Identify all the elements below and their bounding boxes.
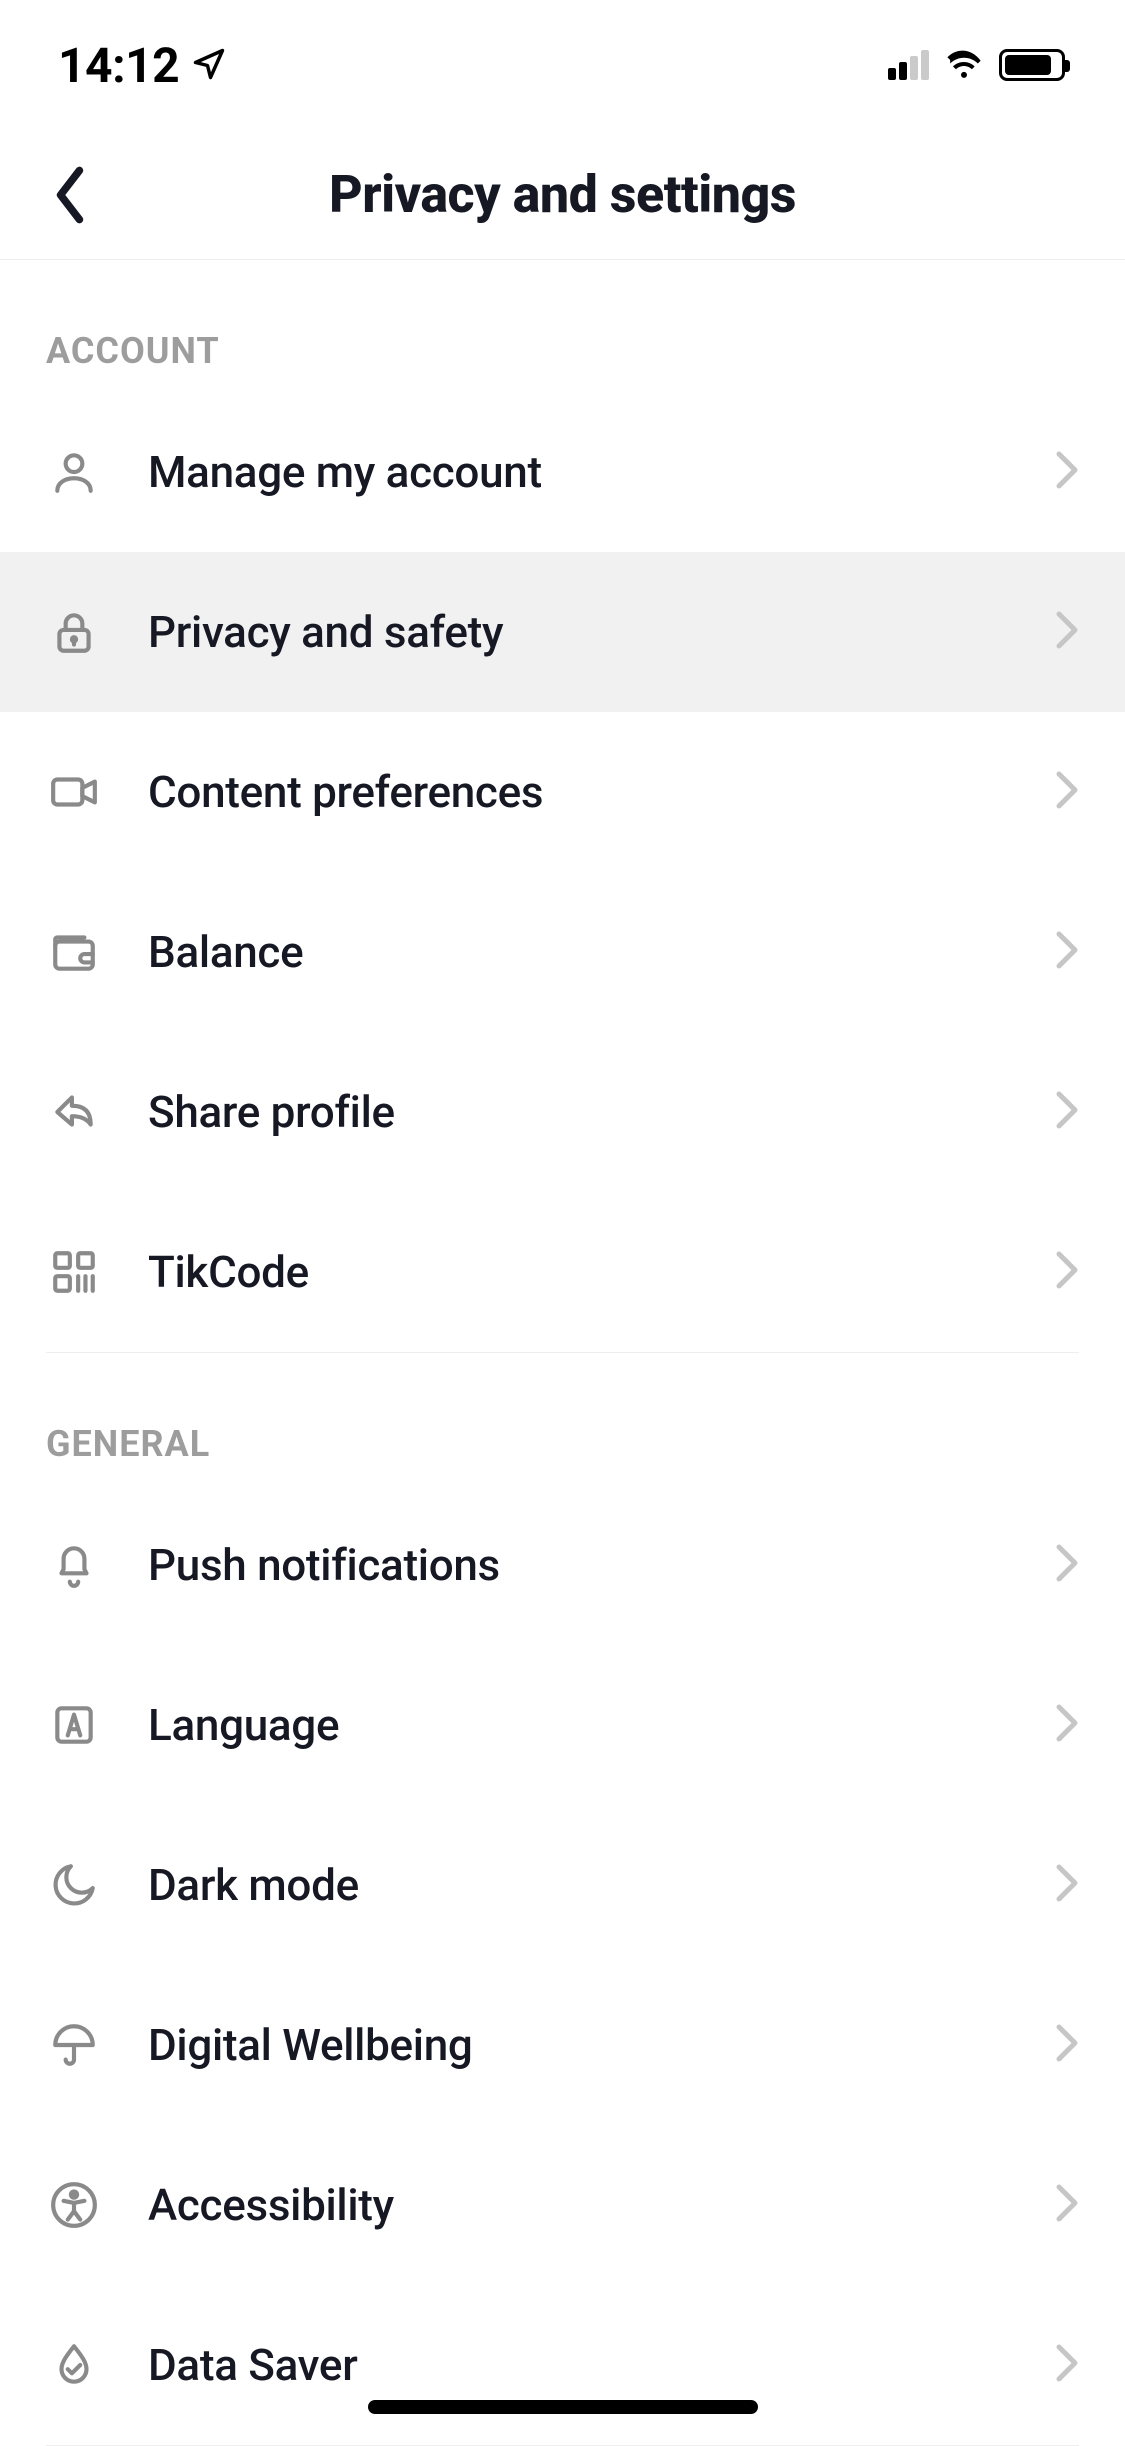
wifi-icon xyxy=(943,47,985,83)
status-left: 14:12 xyxy=(58,37,227,94)
item-label: Content preferences xyxy=(148,766,543,818)
item-digital-wellbeing[interactable]: Digital Wellbeing xyxy=(0,1965,1125,2125)
item-label: TikCode xyxy=(148,1246,309,1298)
bell-icon xyxy=(46,1537,102,1593)
item-data-saver[interactable]: Data Saver xyxy=(0,2285,1125,2445)
lock-icon xyxy=(46,604,102,660)
chevron-right-icon xyxy=(1055,1249,1079,1295)
item-push-notifications[interactable]: Push notifications xyxy=(0,1485,1125,1645)
item-label: Privacy and safety xyxy=(148,606,503,658)
moon-icon xyxy=(46,1857,102,1913)
item-manage-account[interactable]: Manage my account xyxy=(0,392,1125,552)
section-header-account: ACCOUNT xyxy=(0,260,1125,392)
chevron-right-icon xyxy=(1055,2182,1079,2228)
umbrella-icon xyxy=(46,2017,102,2073)
chevron-right-icon xyxy=(1055,1542,1079,1588)
chevron-right-icon xyxy=(1055,1862,1079,1908)
item-label: Accessibility xyxy=(148,2179,394,2231)
status-bar: 14:12 xyxy=(0,0,1125,130)
user-icon xyxy=(46,444,102,500)
wallet-icon xyxy=(46,924,102,980)
status-time: 14:12 xyxy=(58,37,179,94)
chevron-right-icon xyxy=(1055,1089,1079,1135)
item-accessibility[interactable]: Accessibility xyxy=(0,2125,1125,2285)
chevron-right-icon xyxy=(1055,2022,1079,2068)
share-icon xyxy=(46,1084,102,1140)
cellular-icon xyxy=(888,50,929,80)
item-label: Data Saver xyxy=(148,2339,357,2391)
chevron-right-icon xyxy=(1055,769,1079,815)
chevron-right-icon xyxy=(1055,2342,1079,2388)
back-button[interactable] xyxy=(40,165,100,225)
chevron-right-icon xyxy=(1055,1702,1079,1748)
item-content-preferences[interactable]: Content preferences xyxy=(0,712,1125,872)
item-balance[interactable]: Balance xyxy=(0,872,1125,1032)
section-header-general: GENERAL xyxy=(0,1353,1125,1485)
battery-icon xyxy=(999,49,1065,81)
chevron-right-icon xyxy=(1055,449,1079,495)
qrcode-icon xyxy=(46,1244,102,1300)
item-label: Manage my account xyxy=(148,446,542,498)
location-icon xyxy=(191,37,227,94)
item-share-profile[interactable]: Share profile xyxy=(0,1032,1125,1192)
item-label: Language xyxy=(148,1699,339,1751)
item-privacy-safety[interactable]: Privacy and safety xyxy=(0,552,1125,712)
chevron-right-icon xyxy=(1055,609,1079,655)
language-icon xyxy=(46,1697,102,1753)
item-dark-mode[interactable]: Dark mode xyxy=(0,1805,1125,1965)
chevron-right-icon xyxy=(1055,929,1079,975)
item-label: Dark mode xyxy=(148,1859,359,1911)
home-indicator[interactable] xyxy=(368,2400,758,2414)
droplet-icon xyxy=(46,2337,102,2393)
accessibility-icon xyxy=(46,2177,102,2233)
header: Privacy and settings xyxy=(0,130,1125,260)
item-language[interactable]: Language xyxy=(0,1645,1125,1805)
item-label: Balance xyxy=(148,926,303,978)
status-right xyxy=(888,47,1065,83)
item-label: Share profile xyxy=(148,1086,395,1138)
video-icon xyxy=(46,764,102,820)
item-label: Digital Wellbeing xyxy=(148,2019,473,2071)
item-tikcode[interactable]: TikCode xyxy=(0,1192,1125,1352)
page-title: Privacy and settings xyxy=(329,164,796,225)
item-label: Push notifications xyxy=(148,1539,500,1591)
